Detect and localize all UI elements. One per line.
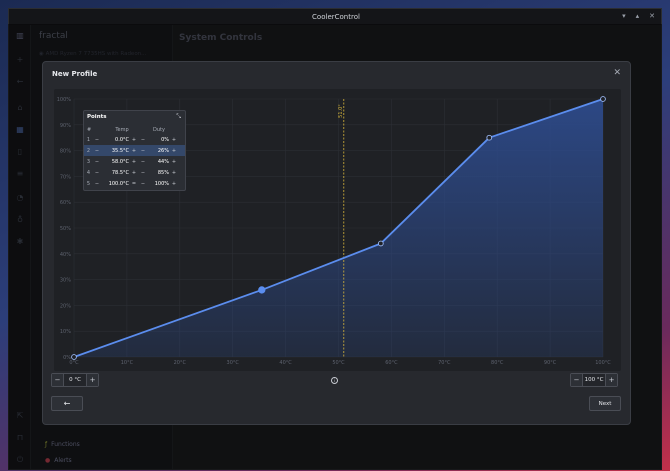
x-tick-label: 100°C [595, 360, 611, 366]
points-header-row: # Temp Duty [87, 127, 184, 133]
y-tick-label: 60% [60, 200, 71, 206]
increment-temp-button[interactable]: = [129, 181, 139, 187]
point-row-selected[interactable]: 2 − 35.5°C + − 26% + [84, 145, 185, 156]
profile-chart[interactable]: 0°C 10°C 20°C 30°C 40°C 50°C 60°C 70°C 80°C 90°C 1… [54, 89, 621, 371]
point-duty[interactable]: 100% [147, 181, 169, 187]
maximize-icon[interactable]: ▴ [636, 12, 640, 20]
decrement-duty-button[interactable]: − [139, 137, 147, 143]
next-button[interactable]: Next [589, 396, 621, 411]
x-tick-label: 70°C [438, 360, 451, 366]
decrement-temp-button[interactable]: − [93, 148, 101, 154]
curve-point[interactable] [71, 354, 77, 360]
point-num: 1 [86, 136, 91, 143]
decrement-temp-button[interactable]: − [93, 181, 101, 187]
point-num: 2 [86, 147, 91, 154]
min-temp-stepper[interactable]: − 0 °C + [51, 373, 99, 387]
minimize-icon[interactable]: ▾ [622, 12, 626, 20]
y-tick-label: 0% [63, 355, 71, 361]
point-duty[interactable]: 26% [147, 148, 169, 154]
increment-duty-button[interactable]: + [169, 137, 179, 143]
points-panel[interactable]: Points ⤡ # Temp Duty 1 − 0.0°C + − 0% + … [83, 110, 186, 191]
x-tick-label: 40°C [279, 360, 292, 366]
y-tick-label: 30% [60, 278, 71, 284]
x-tick-label: 30°C [227, 360, 240, 366]
close-window-icon[interactable]: ✕ [649, 12, 655, 20]
max-temp-value[interactable]: 100 °C [582, 374, 606, 386]
window-controls: ▾ ▴ ✕ [622, 12, 655, 20]
point-temp[interactable]: 100.0°C [101, 181, 129, 187]
y-tick-label: 40% [60, 252, 71, 258]
point-temp[interactable]: 35.5°C [101, 148, 129, 154]
x-tick-label: 60°C [385, 360, 398, 366]
y-tick-label: 50% [60, 226, 71, 232]
col-temp: Temp [115, 127, 129, 133]
y-tick-label: 80% [60, 149, 71, 155]
dialog-title: New Profile [52, 70, 98, 78]
decrement-duty-button[interactable]: − [139, 148, 147, 154]
point-duty[interactable]: 44% [147, 159, 169, 165]
increment-duty-button[interactable]: + [169, 170, 179, 176]
increment-temp-button[interactable]: + [129, 137, 139, 143]
point-temp[interactable]: 0.0°C [101, 137, 129, 143]
max-temp-decrement-button[interactable]: − [571, 374, 582, 386]
point-num: 5 [86, 180, 91, 187]
point-row[interactable]: 1 − 0.0°C + − 0% + [84, 134, 185, 145]
close-icon[interactable]: ✕ [613, 68, 621, 78]
points-title: Points [87, 114, 107, 120]
decrement-duty-button[interactable]: − [139, 181, 147, 187]
decrement-temp-button[interactable]: − [93, 170, 101, 176]
x-tick-label: 80°C [491, 360, 504, 366]
y-tick-label: 100% [57, 97, 72, 103]
min-temp-increment-button[interactable]: + [87, 374, 98, 386]
temp-marker-label: 51.0° [338, 104, 344, 118]
point-num: 4 [86, 169, 91, 176]
decrement-duty-button[interactable]: − [139, 159, 147, 165]
point-temp[interactable]: 78.5°C [101, 170, 129, 176]
col-num: # [87, 127, 92, 133]
point-temp[interactable]: 58.0°C [101, 159, 129, 165]
y-tick-label: 10% [60, 329, 71, 335]
min-temp-value[interactable]: 0 °C [63, 374, 87, 386]
curve-point[interactable] [600, 96, 606, 102]
x-tick-label: 20°C [174, 360, 187, 366]
back-button[interactable]: ← [51, 396, 83, 411]
x-tick-label: 90°C [544, 360, 557, 366]
col-duty: Duty [153, 127, 165, 133]
curve-point[interactable] [486, 134, 493, 141]
point-num: 3 [86, 158, 91, 165]
window-title: CoolerControl [312, 13, 360, 21]
y-tick-label: 90% [60, 123, 71, 129]
max-temp-stepper[interactable]: − 100 °C + [570, 373, 618, 387]
arrow-left-icon: ← [63, 399, 71, 408]
curve-point[interactable] [377, 240, 384, 247]
x-tick-label: 50°C [332, 360, 345, 366]
min-temp-decrement-button[interactable]: − [52, 374, 63, 386]
increment-duty-button[interactable]: + [169, 148, 179, 154]
decrement-temp-button[interactable]: − [93, 137, 101, 143]
new-profile-dialog: New Profile ✕ 0°C 10°C 20°C 30°C 40°C 50°C 60°… [42, 61, 631, 425]
curve-point-selected[interactable] [258, 286, 266, 294]
info-icon[interactable]: i [331, 377, 338, 384]
x-tick-label: 10°C [121, 360, 134, 366]
y-tick-label: 70% [60, 174, 71, 180]
title-bar: CoolerControl ▾ ▴ ✕ [9, 9, 661, 25]
increment-temp-button[interactable]: + [129, 159, 139, 165]
point-row[interactable]: 5 − 100.0°C = − 100% + [84, 178, 185, 189]
max-temp-increment-button[interactable]: + [606, 374, 617, 386]
y-tick-label: 20% [60, 303, 71, 309]
increment-duty-button[interactable]: + [169, 181, 179, 187]
decrement-temp-button[interactable]: − [93, 159, 101, 165]
point-duty[interactable]: 85% [147, 170, 169, 176]
increment-duty-button[interactable]: + [169, 159, 179, 165]
increment-temp-button[interactable]: + [129, 148, 139, 154]
point-row[interactable]: 3 − 58.0°C + − 44% + [84, 156, 185, 167]
point-duty[interactable]: 0% [147, 137, 169, 143]
increment-temp-button[interactable]: + [129, 170, 139, 176]
decrement-duty-button[interactable]: − [139, 170, 147, 176]
expand-icon[interactable]: ⤡ [176, 113, 181, 121]
point-row[interactable]: 4 − 78.5°C + − 85% + [84, 167, 185, 178]
